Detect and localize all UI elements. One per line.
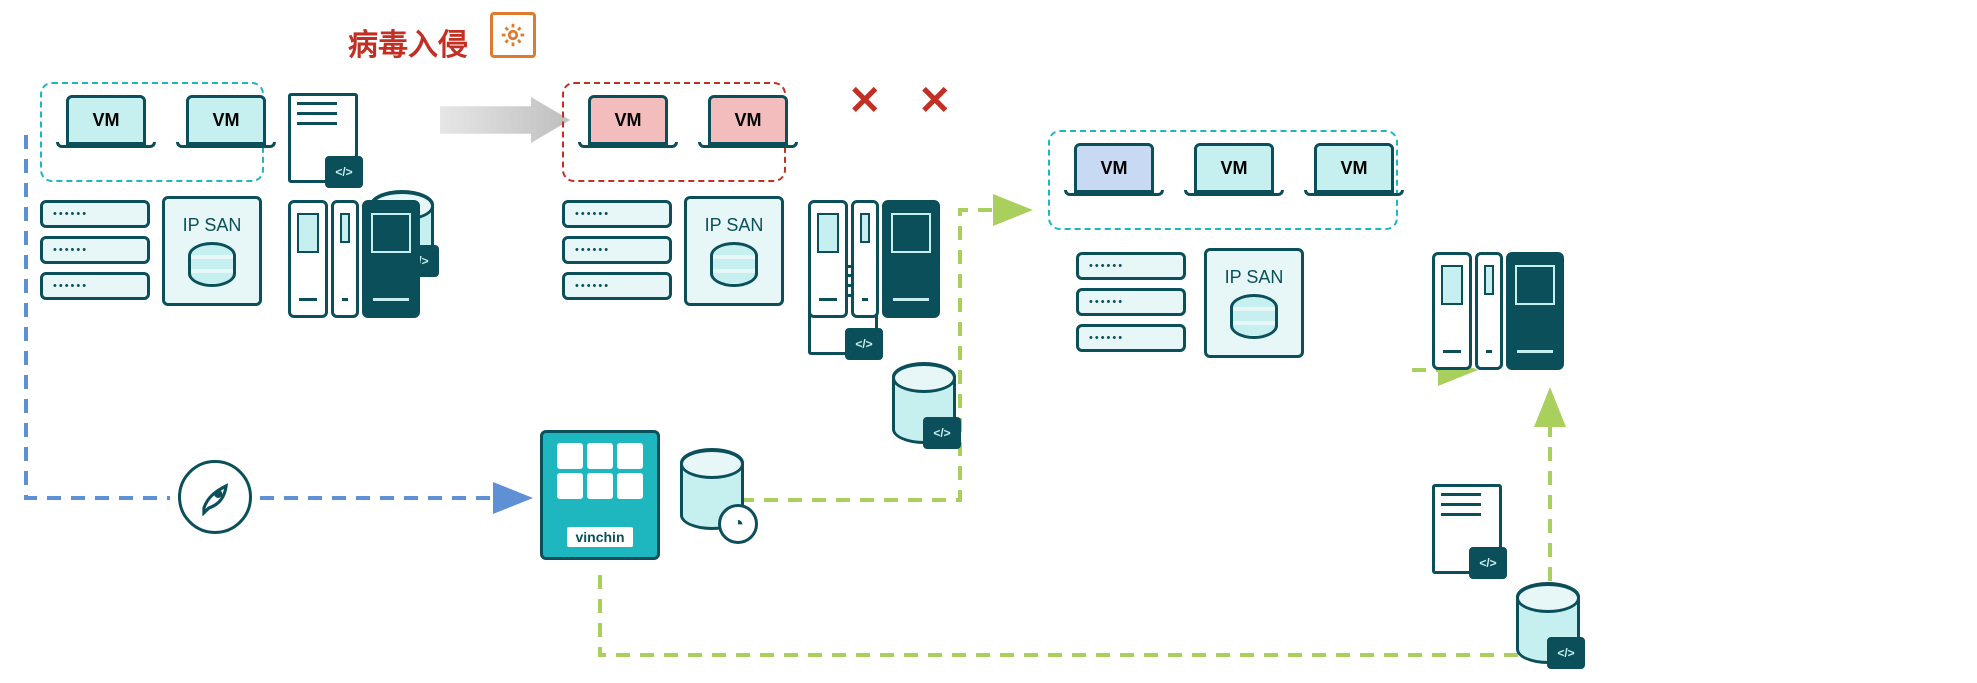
vm-infected-1: VM	[578, 95, 678, 148]
vm-infected-2: VM	[698, 95, 798, 148]
site3-db-icon	[1516, 582, 1580, 664]
site1-storage-cabinets	[288, 200, 420, 318]
site1-file-icon	[288, 93, 358, 183]
site2-server-stack: •••••• •••••• ••••••	[562, 200, 672, 300]
vinchin-backup-appliance: vinchin	[540, 430, 660, 560]
site1-server-stack: •••••• •••••• ••••••	[40, 200, 150, 300]
db-corrupt-x-icon: ✕	[918, 78, 952, 124]
virus-intrusion-label: 病毒入侵	[348, 20, 468, 64]
ipsan-label: IP SAN	[183, 215, 242, 236]
backup-db-icon: ◔	[680, 448, 744, 530]
site3-ipsan: IP SAN	[1204, 248, 1304, 358]
site1-ipsan: IP SAN	[162, 196, 262, 306]
vm-restored-2: VM	[1184, 143, 1284, 196]
protection-shield-icon: ◔	[718, 504, 758, 544]
vm-healthy-2: VM	[176, 95, 276, 148]
virus-icon	[490, 12, 536, 58]
vm-healthy-1: VM	[56, 95, 156, 148]
vm-restored-1: VM	[1064, 143, 1164, 196]
site2-storage-cabinets	[808, 200, 940, 318]
rocket-icon	[178, 460, 252, 534]
site3-file-icon	[1432, 484, 1502, 574]
vinchin-logo-label: vinchin	[567, 527, 632, 547]
site3-storage-cabinets	[1432, 252, 1564, 370]
site2-db-icon	[892, 362, 956, 444]
vm-restored-3: VM	[1304, 143, 1404, 196]
site3-server-stack: •••••• •••••• ••••••	[1076, 252, 1186, 352]
file-corrupt-x-icon: ✕	[848, 78, 882, 124]
site2-ipsan: IP SAN	[684, 196, 784, 306]
